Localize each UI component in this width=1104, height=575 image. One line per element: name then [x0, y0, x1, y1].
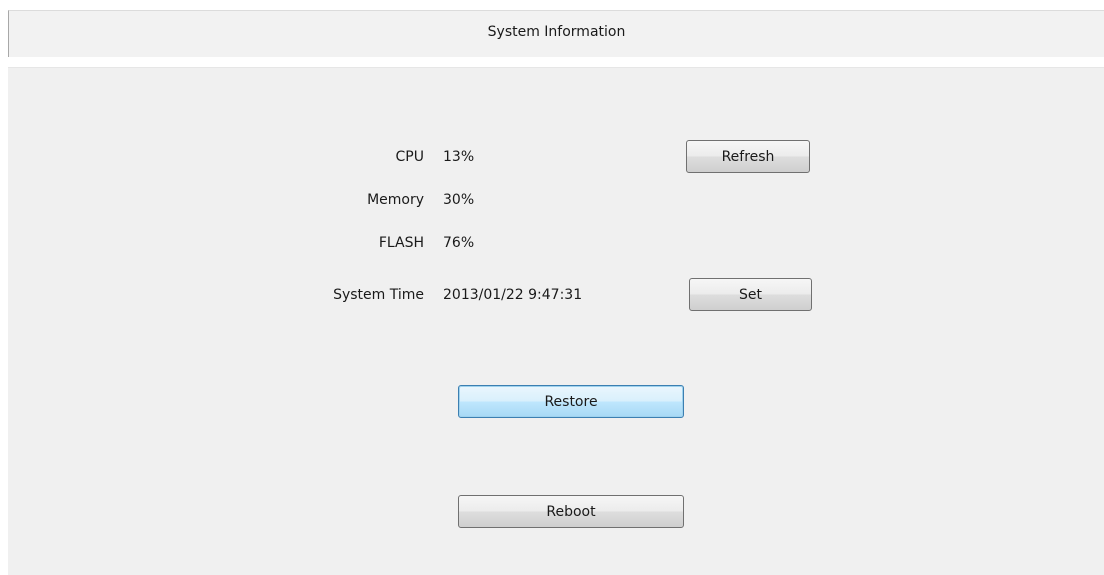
- reboot-button[interactable]: Reboot: [458, 495, 684, 528]
- system-info-panel: CPU 13% Memory 30% FLASH 76% System Time…: [8, 67, 1104, 575]
- system-time-value: 2013/01/22 9:47:31: [443, 287, 583, 303]
- flash-label: FLASH: [378, 235, 424, 251]
- memory-value: 30%: [443, 192, 475, 208]
- cpu-label: CPU: [395, 149, 424, 165]
- header-bar: System Information: [8, 10, 1104, 57]
- page-title: System Information: [487, 24, 626, 40]
- restore-button[interactable]: Restore: [458, 385, 684, 418]
- system-information-window: System Information CPU 13% Memory 30% FL…: [0, 0, 1104, 575]
- refresh-button[interactable]: Refresh: [686, 140, 810, 173]
- memory-label: Memory: [367, 192, 424, 208]
- set-time-button[interactable]: Set: [689, 278, 812, 311]
- cpu-value: 13%: [443, 149, 475, 165]
- system-time-label: System Time: [333, 287, 424, 303]
- flash-value: 76%: [443, 235, 475, 251]
